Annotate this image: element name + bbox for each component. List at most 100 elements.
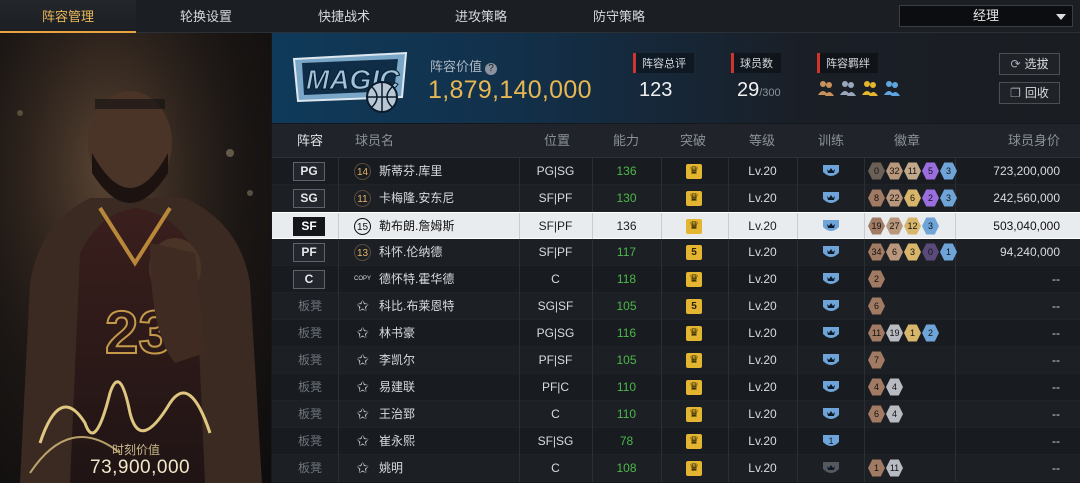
- slot-position-box[interactable]: SG: [293, 189, 325, 208]
- badge-hexagon[interactable]: 32: [886, 162, 903, 180]
- training-shield-icon[interactable]: [821, 218, 841, 235]
- badge-hexagon[interactable]: 12: [904, 217, 921, 235]
- bond-people-icon[interactable]: [817, 79, 835, 97]
- player-card[interactable]: 23 时刻价值 73,900,000: [0, 33, 271, 483]
- badge-hexagon[interactable]: 3: [940, 162, 957, 180]
- training-shield-icon[interactable]: [821, 298, 841, 315]
- slot-position-box[interactable]: PG: [293, 162, 325, 181]
- badge-hexagon[interactable]: 27: [886, 217, 903, 235]
- table-row[interactable]: 板凳 ✩ 科比.布莱恩特 SG|SF 105 5 Lv.20 6 --: [272, 293, 1080, 320]
- player-name[interactable]: 勒布朗.詹姆斯: [379, 213, 454, 240]
- help-icon[interactable]: ?: [485, 63, 498, 75]
- badge-hexagon[interactable]: 0: [922, 243, 939, 261]
- training-shield-icon[interactable]: [821, 460, 841, 477]
- badge-hexagon[interactable]: 4: [886, 378, 903, 396]
- player-name[interactable]: 林书豪: [379, 320, 415, 347]
- player-name[interactable]: 王治郅: [379, 401, 415, 428]
- breakthrough-level-badge[interactable]: 5: [686, 299, 702, 314]
- badge-hexagon[interactable]: 6: [868, 405, 885, 423]
- badge-hexagon[interactable]: 0: [868, 162, 885, 180]
- tab-rotation[interactable]: 轮换设置: [136, 0, 276, 33]
- crown-icon[interactable]: ♛: [686, 353, 702, 368]
- badge-hexagon[interactable]: 11: [904, 162, 921, 180]
- training-shield-icon[interactable]: [821, 190, 841, 207]
- badge-hexagon[interactable]: 3: [940, 189, 957, 207]
- badge-hexagon[interactable]: 2: [868, 270, 885, 288]
- badge-hexagon[interactable]: 6: [904, 189, 921, 207]
- crown-icon[interactable]: ♛: [686, 164, 702, 179]
- breakthrough-level-badge[interactable]: 5: [686, 245, 702, 260]
- player-name[interactable]: 德怀特.霍华德: [379, 266, 454, 293]
- crown-icon[interactable]: ♛: [686, 219, 702, 234]
- table-row[interactable]: C COPY 德怀特.霍华德 C 118 ♛ Lv.20 2 --: [272, 266, 1080, 293]
- table-row[interactable]: 板凳 ✩ 李凯尔 PF|SF 105 ♛ Lv.20 7 --: [272, 347, 1080, 374]
- badge-hexagon[interactable]: 7: [868, 351, 885, 369]
- tab-lineup[interactable]: 阵容管理: [0, 0, 136, 33]
- player-name[interactable]: 易建联: [379, 374, 415, 401]
- tab-quick-tactics[interactable]: 快捷战术: [276, 0, 412, 33]
- bond-team-icon[interactable]: [861, 79, 879, 97]
- select-button[interactable]: ⟳ 选拔: [999, 53, 1060, 75]
- crown-icon[interactable]: ♛: [686, 407, 702, 422]
- col-level[interactable]: 等级: [749, 124, 775, 158]
- badge-hexagon[interactable]: 19: [868, 217, 885, 235]
- role-dropdown[interactable]: 经理: [899, 5, 1073, 27]
- col-breakthrough[interactable]: 突破: [680, 124, 706, 158]
- slot-position-box[interactable]: PF: [293, 243, 325, 262]
- col-position[interactable]: 位置: [544, 124, 570, 158]
- badge-hexagon[interactable]: 2: [922, 189, 939, 207]
- badge-hexagon[interactable]: 11: [868, 324, 885, 342]
- training-shield-icon[interactable]: [821, 325, 841, 342]
- badge-hexagon[interactable]: 6: [868, 297, 885, 315]
- training-shield-icon[interactable]: [821, 244, 841, 261]
- crown-icon[interactable]: ♛: [686, 434, 702, 449]
- crown-icon[interactable]: ♛: [686, 461, 702, 476]
- badge-hexagon[interactable]: 11: [886, 459, 903, 477]
- badge-hexagon[interactable]: 1: [904, 324, 921, 342]
- badge-hexagon[interactable]: 22: [886, 189, 903, 207]
- crown-icon[interactable]: ♛: [686, 272, 702, 287]
- player-name[interactable]: 卡梅隆.安东尼: [379, 185, 454, 212]
- table-row[interactable]: SG 11 卡梅隆.安东尼 SF|PF 130 ♛ Lv.20 8 22 6 2 3 242,560,0…: [272, 185, 1080, 212]
- badge-hexagon[interactable]: 3: [904, 243, 921, 261]
- crown-icon[interactable]: ♛: [686, 380, 702, 395]
- tab-offense[interactable]: 进攻策略: [412, 0, 550, 33]
- col-training[interactable]: 训练: [818, 124, 844, 158]
- table-row[interactable]: SF 15 勒布朗.詹姆斯 SF|PF 136 ♛ Lv.20 19 27 12 3 503,040,…: [272, 212, 1080, 240]
- bond-group-icon[interactable]: [839, 79, 857, 97]
- recycle-button[interactable]: ❐ 回收: [999, 82, 1060, 104]
- training-shield-icon[interactable]: [821, 406, 841, 423]
- table-row[interactable]: 板凳 ✩ 崔永熙 SF|SG 78 ♛ Lv.20 1 --: [272, 428, 1080, 455]
- table-row[interactable]: PG 14 斯蒂芬.库里 PG|SG 136 ♛ Lv.20 0 32 11 5 3 723,200,0…: [272, 158, 1080, 185]
- crown-icon[interactable]: ♛: [686, 191, 702, 206]
- col-worth[interactable]: 球员身价: [1008, 124, 1060, 158]
- player-name[interactable]: 斯蒂芬.库里: [379, 158, 442, 185]
- badge-hexagon[interactable]: 4: [868, 378, 885, 396]
- table-row[interactable]: 板凳 ✩ 林书豪 PG|SG 116 ♛ Lv.20 11 19 1 2 --: [272, 320, 1080, 347]
- badge-hexagon[interactable]: 6: [886, 243, 903, 261]
- badge-hexagon[interactable]: 2: [922, 324, 939, 342]
- badge-hexagon[interactable]: 5: [922, 162, 939, 180]
- badge-hexagon[interactable]: 1: [868, 459, 885, 477]
- table-row[interactable]: 板凳 ✩ 姚明 C 108 ♛ Lv.20 1 11 --: [272, 455, 1080, 482]
- slot-position-box[interactable]: SF: [293, 217, 325, 236]
- crown-icon[interactable]: ♛: [686, 326, 702, 341]
- training-shield-icon[interactable]: [821, 163, 841, 180]
- table-row[interactable]: PF 13 科怀.伦纳德 SF|PF 117 5 Lv.20 34 6 3 0 1 94,240,000: [272, 239, 1080, 266]
- tab-defense[interactable]: 防守策略: [550, 0, 688, 33]
- player-name[interactable]: 科比.布莱恩特: [379, 293, 454, 320]
- slot-position-box[interactable]: C: [293, 270, 325, 289]
- training-shield-icon[interactable]: [821, 271, 841, 288]
- col-ability[interactable]: 能力: [613, 124, 639, 158]
- player-name[interactable]: 科怀.伦纳德: [379, 239, 442, 266]
- badge-hexagon[interactable]: 19: [886, 324, 903, 342]
- table-row[interactable]: 板凳 ✩ 王治郅 C 110 ♛ Lv.20 6 4 --: [272, 401, 1080, 428]
- training-shield-icon[interactable]: [821, 352, 841, 369]
- training-shield-icon[interactable]: [821, 379, 841, 396]
- player-name[interactable]: 姚明: [379, 455, 403, 482]
- badge-hexagon[interactable]: 4: [886, 405, 903, 423]
- bond-duo-icon[interactable]: [883, 79, 901, 97]
- training-shield-icon[interactable]: 1: [821, 433, 841, 450]
- badge-hexagon[interactable]: 3: [922, 217, 939, 235]
- col-badges[interactable]: 徽章: [894, 124, 920, 158]
